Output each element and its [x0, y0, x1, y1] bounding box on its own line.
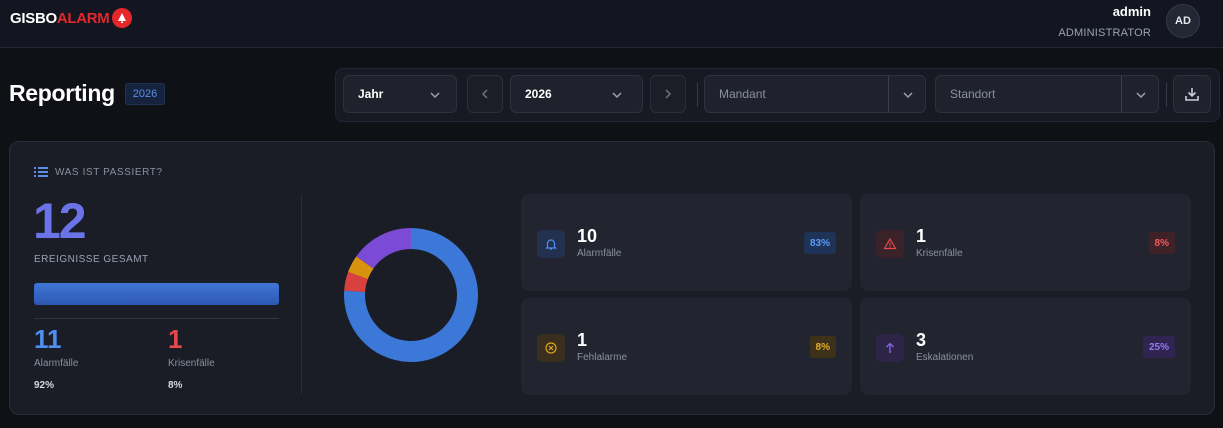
bell-icon [537, 230, 565, 258]
app-logo[interactable]: GISBO ALARM [10, 8, 132, 28]
krisen-label: Krisenfälle [168, 358, 215, 369]
mandant-placeholder: Mandant [719, 87, 766, 101]
stat-percent-badge: 8% [809, 336, 836, 358]
stat-percent-badge: 25% [1142, 336, 1175, 358]
filter-divider [697, 83, 698, 107]
stat-percent-badge: 8% [1148, 232, 1175, 254]
stat-card-eskalationen[interactable]: 3 Eskalationen 25% [860, 298, 1191, 395]
year-select-value: 2026 [525, 87, 552, 101]
chevron-down-icon [430, 92, 440, 99]
download-icon [1185, 88, 1199, 101]
stat-card-alarm[interactable]: 10 Alarmfälle 83% [521, 194, 852, 291]
stat-count: 1 [916, 226, 927, 246]
mandant-select[interactable]: Mandant [704, 75, 926, 113]
section-title: WAS IST PASSIERT? [34, 166, 163, 178]
stat-count: 3 [916, 330, 927, 350]
stat-card-fehlalarme[interactable]: 1 Fehlalarme 8% [521, 298, 852, 395]
x-circle-icon [537, 334, 565, 362]
event-donut-chart [344, 228, 478, 362]
stat-label: Alarmfälle [577, 248, 622, 259]
avatar[interactable]: AD [1166, 4, 1200, 38]
vertical-divider [301, 194, 302, 394]
total-events-label: EREIGNISSE GESAMT [34, 254, 149, 265]
chevron-left-icon [481, 89, 488, 99]
user-info: admin ADMINISTRATOR [1058, 4, 1151, 39]
summary-card: WAS IST PASSIERT? 12 EREIGNISSE GESAMT 1… [9, 141, 1215, 415]
filter-divider [1166, 83, 1167, 107]
previous-year-button[interactable] [467, 75, 503, 113]
stat-label: Eskalationen [916, 352, 974, 363]
filter-bar: Jahr 2026 Mandant Standort [335, 68, 1220, 122]
logo-text-gisbo: GISBO [10, 9, 57, 27]
list-icon [34, 167, 48, 177]
krisen-count: 1 [168, 324, 183, 354]
user-name: admin [1112, 4, 1151, 19]
select-separator [888, 76, 889, 112]
year-badge: 2026 [125, 83, 165, 105]
stat-count: 10 [577, 226, 598, 246]
standort-placeholder: Standort [950, 87, 996, 101]
download-button[interactable] [1173, 75, 1211, 113]
chevron-down-icon [612, 92, 622, 99]
period-select-value: Jahr [358, 87, 384, 101]
section-title-text: WAS IST PASSIERT? [55, 166, 163, 178]
select-separator [1121, 76, 1122, 112]
krisen-percent: 8% [168, 380, 183, 391]
stat-label: Krisenfälle [916, 248, 963, 259]
chevron-down-icon [1136, 92, 1146, 99]
chevron-down-icon [903, 92, 913, 99]
alarm-count: 11 [34, 324, 62, 354]
next-year-button[interactable] [650, 75, 686, 113]
page-title: Reporting [9, 80, 115, 106]
chevron-right-icon [665, 89, 672, 99]
top-bar: GISBO ALARM admin ADMINISTRATOR AD [0, 0, 1223, 48]
standort-select[interactable]: Standort [935, 75, 1159, 113]
user-role: ADMINISTRATOR [1058, 27, 1151, 39]
logo-text-alarm: ALARM [56, 9, 110, 27]
stat-count: 1 [577, 330, 588, 350]
alarm-percent: 92% [34, 380, 55, 391]
warning-icon [876, 230, 904, 258]
total-events-count: 12 [33, 193, 87, 249]
stat-card-krisen[interactable]: 1 Krisenfälle 8% [860, 194, 1191, 291]
stat-percent-badge: 83% [803, 232, 836, 254]
year-select[interactable]: 2026 [510, 75, 643, 113]
arrow-up-icon [876, 334, 904, 362]
total-events-bar [34, 283, 279, 305]
stat-label: Fehlalarme [577, 352, 628, 363]
alarm-label: Alarmfälle [34, 358, 79, 369]
divider [34, 318, 279, 319]
period-select[interactable]: Jahr [343, 75, 457, 113]
logo-alarm-icon [111, 8, 132, 28]
